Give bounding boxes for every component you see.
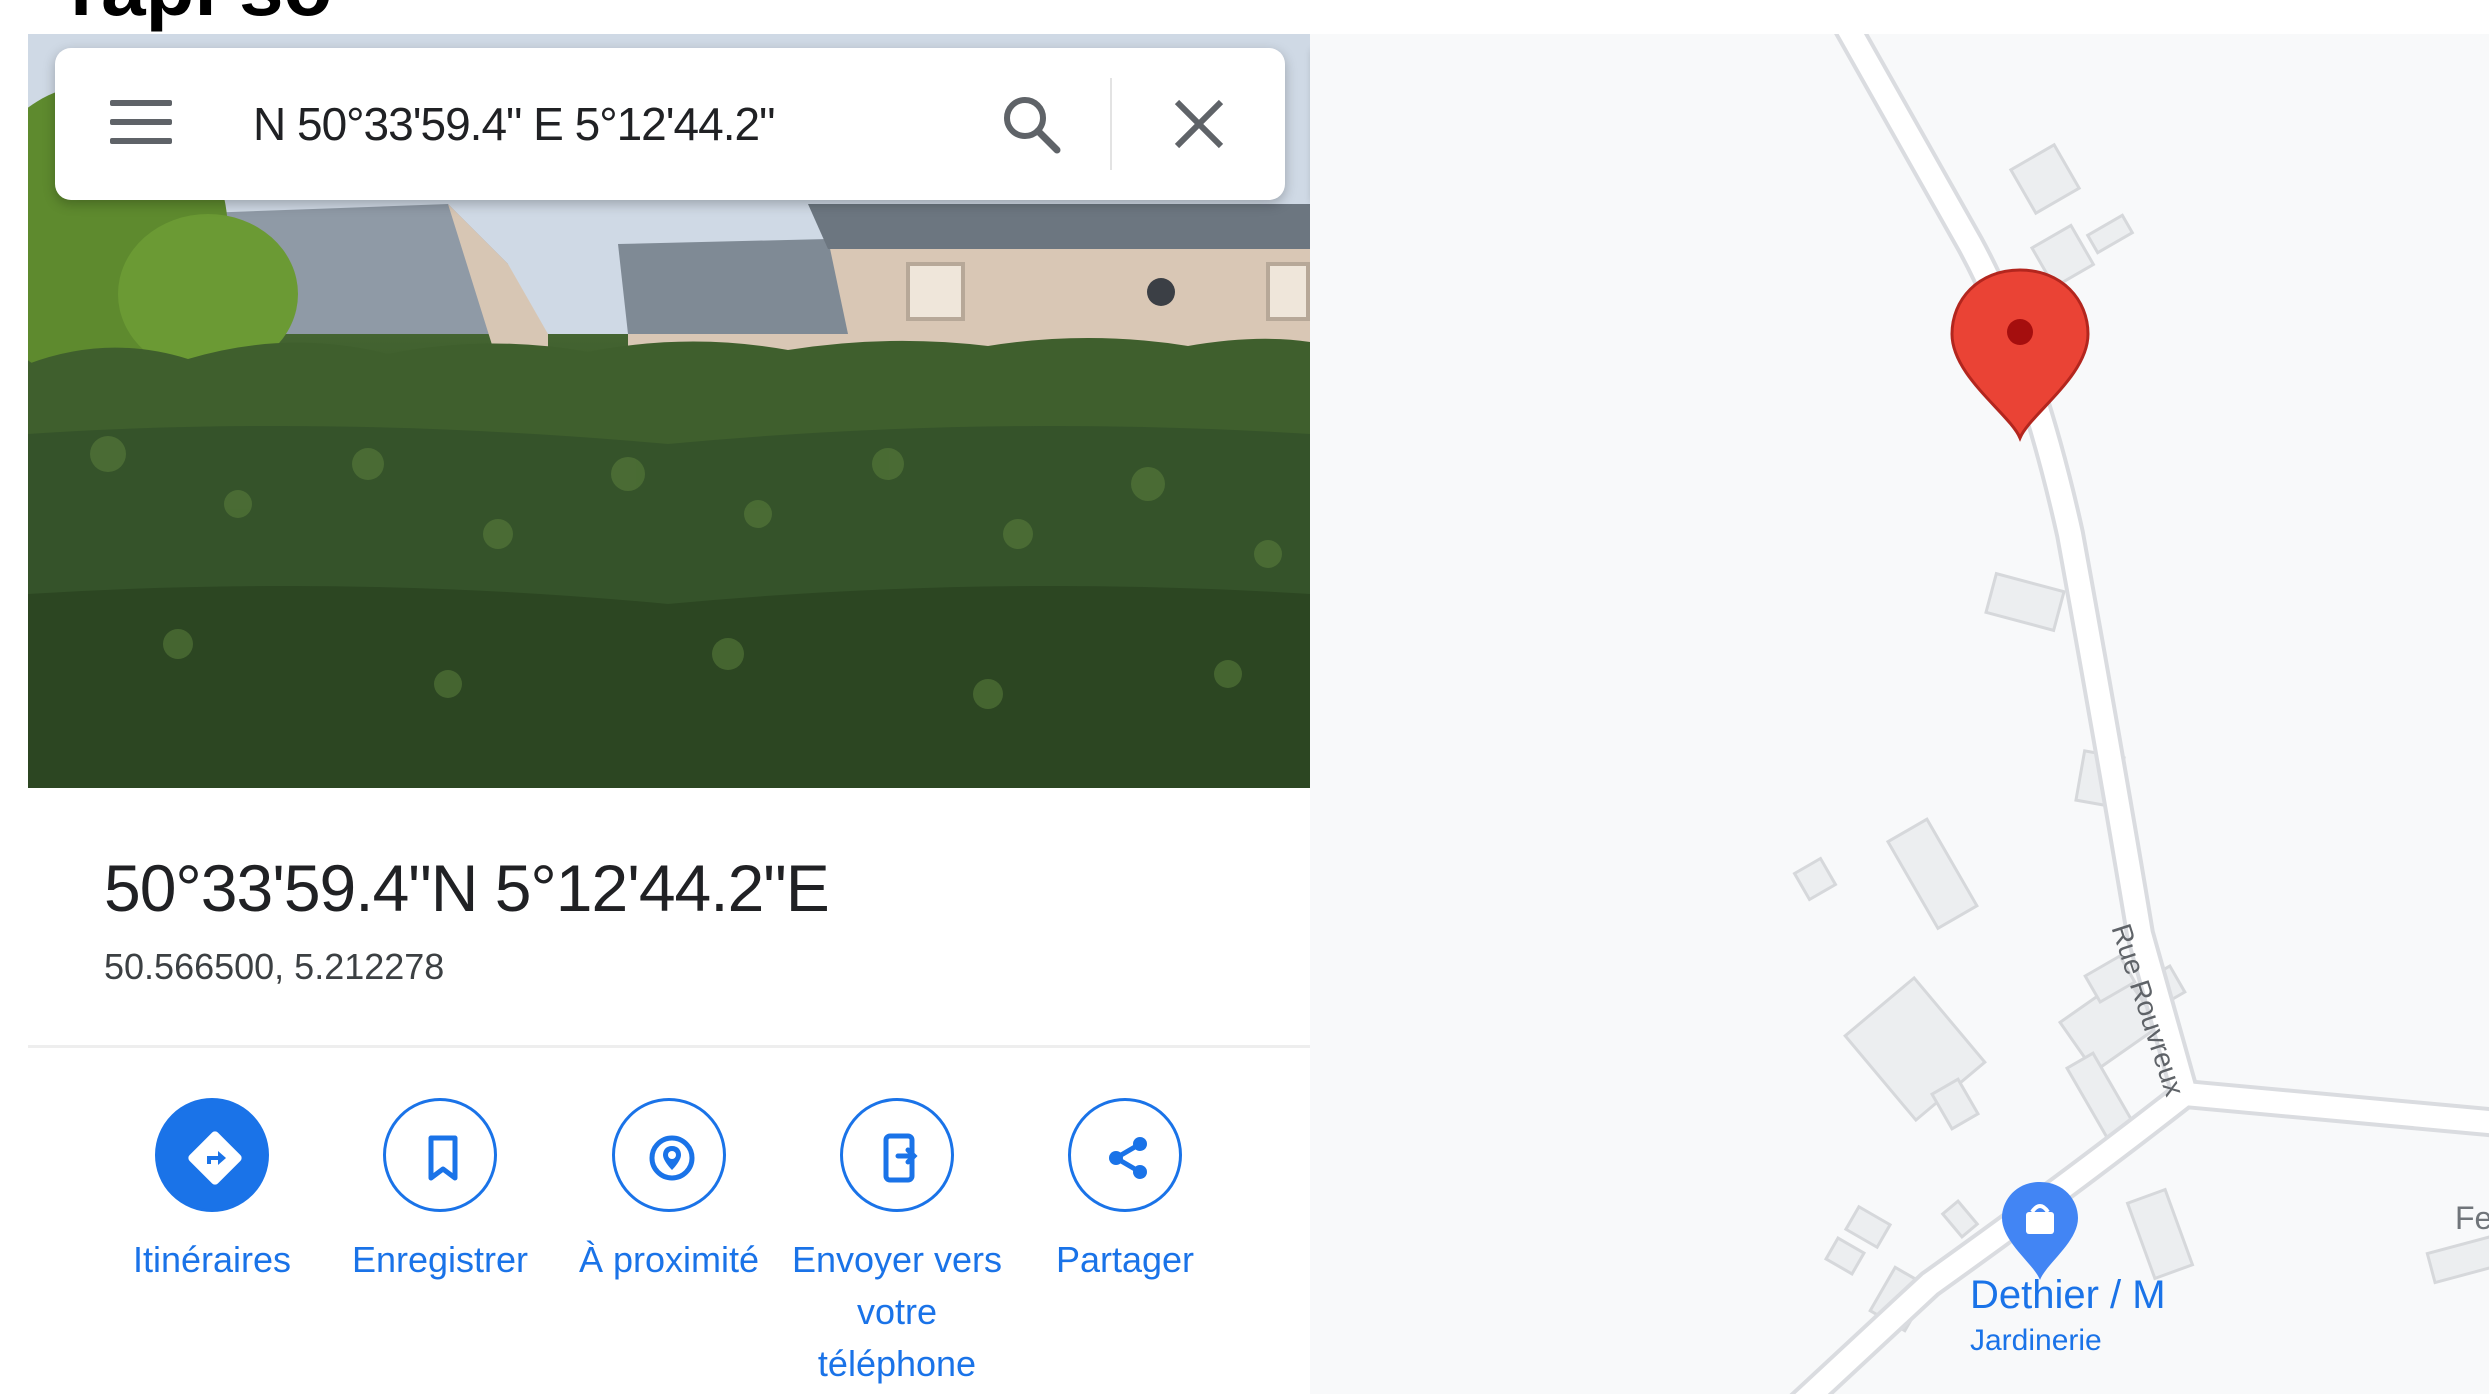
directions-label: Itinéraires <box>132 1239 292 1280</box>
map-drawing <box>1789 34 2489 1394</box>
nearby-circle[interactable] <box>612 1098 726 1212</box>
directions-icon <box>188 1131 242 1185</box>
save-circle[interactable] <box>383 1098 497 1212</box>
poi-category: Jardinerie <box>1970 1324 2102 1357</box>
share-button[interactable]: Partager <box>1010 1098 1240 1286</box>
send-to-phone-icon <box>883 1133 918 1183</box>
directions-button[interactable]: Itinéraires <box>97 1098 327 1286</box>
decimal-coordinates: 50.566500, 5.212278 <box>104 946 445 987</box>
nearby-button[interactable]: À proximité <box>554 1098 784 1286</box>
map-edge-label: Fe <box>2455 1200 2489 1236</box>
shopping-poi-icon <box>2002 1182 2078 1280</box>
close-icon[interactable] <box>1169 94 1229 154</box>
location-pin-icon <box>1950 268 2090 442</box>
map-canvas[interactable] <box>1310 34 2489 1394</box>
save-label: Enregistrer <box>351 1239 529 1280</box>
search-input[interactable] <box>253 82 953 166</box>
search-divider <box>1110 78 1112 170</box>
share-icon <box>1109 1137 1147 1179</box>
nearby-icon <box>649 1135 695 1181</box>
send-to-phone-label: Envoyer vers votre téléphone <box>791 1239 1003 1384</box>
send-to-phone-button[interactable]: Envoyer vers votre téléphone <box>782 1098 1012 1390</box>
map-buildings <box>1792 142 2489 1333</box>
share-circle[interactable] <box>1068 1098 1182 1212</box>
search-box <box>55 48 1285 200</box>
share-label: Partager <box>1055 1239 1195 1280</box>
search-icon[interactable] <box>999 92 1063 156</box>
divider <box>28 1045 1310 1048</box>
directions-circle[interactable] <box>155 1098 269 1212</box>
menu-icon[interactable] <box>110 100 172 146</box>
page-heading-fragment: rapi so <box>70 0 332 28</box>
send-to-phone-circle[interactable] <box>840 1098 954 1212</box>
map-roads <box>1795 34 2489 1394</box>
nearby-label: À proximité <box>578 1239 760 1280</box>
save-button[interactable]: Enregistrer <box>325 1098 555 1286</box>
page-title: 50°33'59.4"N 5°12'44.2"E <box>104 851 830 925</box>
bookmark-icon <box>428 1135 458 1181</box>
poi-name[interactable]: Dethier / M <box>1970 1273 2166 1318</box>
